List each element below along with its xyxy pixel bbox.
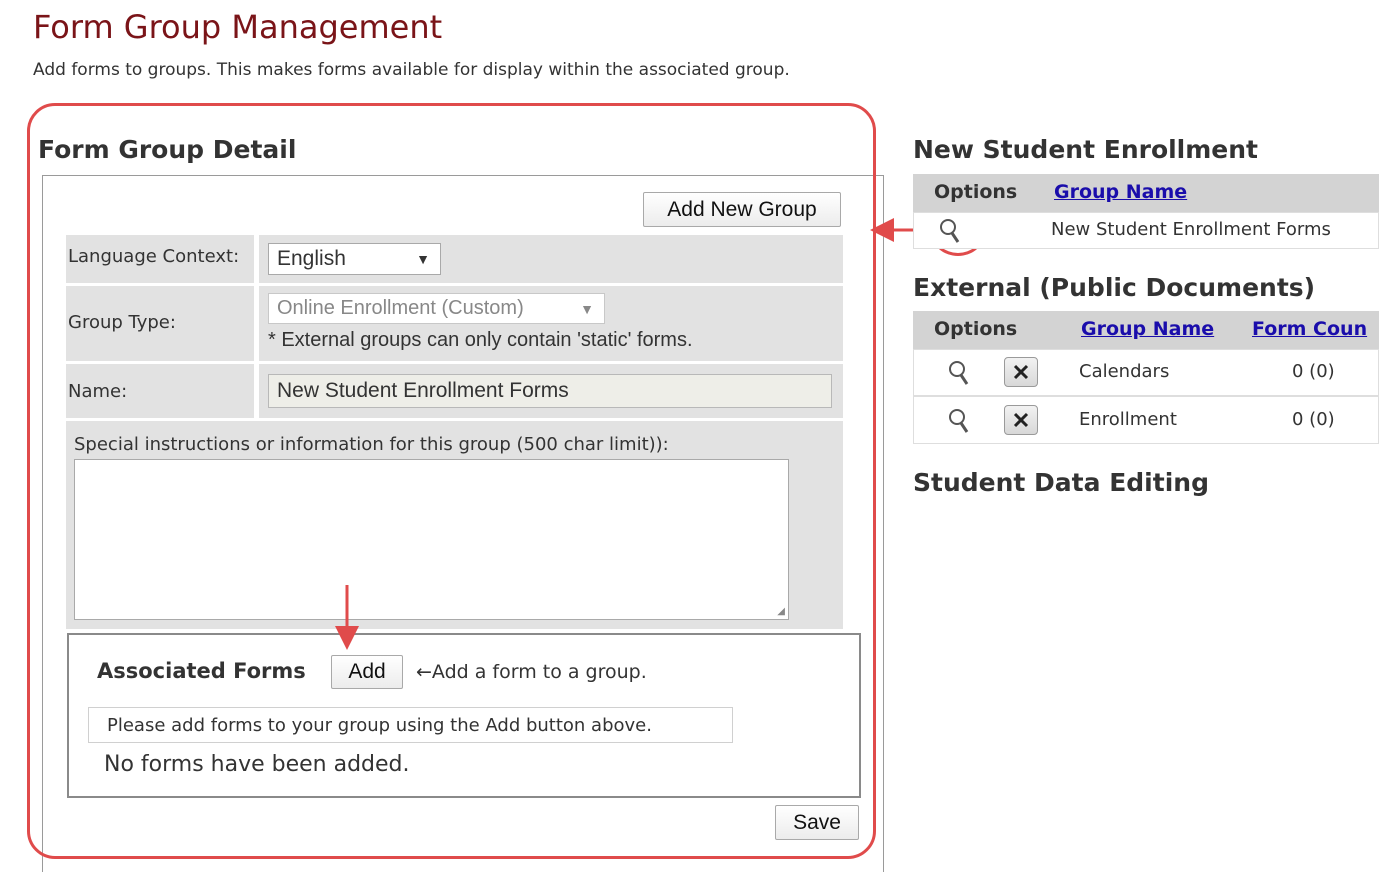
no-forms-message: No forms have been added. bbox=[104, 752, 410, 777]
form-group-detail-title: Form Group Detail bbox=[38, 135, 297, 164]
new-student-col-options: Options bbox=[934, 181, 1018, 203]
group-name-cell: Calendars bbox=[1079, 361, 1170, 382]
language-context-value: English bbox=[277, 247, 346, 270]
new-student-enrollment-title: New Student Enrollment bbox=[913, 135, 1259, 164]
form-group-detail-panel: Add New Group Language Context: English … bbox=[42, 175, 884, 872]
language-context-select[interactable]: English ▼ bbox=[268, 243, 441, 275]
magnify-icon[interactable] bbox=[947, 407, 973, 440]
resize-grip-icon[interactable]: ◢ bbox=[777, 606, 785, 617]
magnify-icon[interactable] bbox=[938, 217, 964, 250]
language-context-label: Language Context: bbox=[68, 246, 240, 267]
add-forms-notice: Please add forms to your group using the… bbox=[88, 707, 733, 743]
delete-icon[interactable] bbox=[1004, 357, 1038, 387]
magnify-icon[interactable] bbox=[947, 359, 973, 392]
external-title: External (Public Documents) bbox=[913, 273, 1316, 302]
add-new-group-button[interactable]: Add New Group bbox=[643, 192, 841, 227]
add-form-hint: ←Add a form to a group. bbox=[416, 661, 647, 683]
group-type-value: Online Enrollment (Custom) bbox=[277, 297, 524, 319]
form-count-cell: 0 (0) bbox=[1292, 361, 1335, 382]
table-row: Calendars 0 (0) bbox=[913, 349, 1379, 396]
dropdown-arrow-icon: ▼ bbox=[580, 300, 594, 317]
group-type-label: Group Type: bbox=[68, 312, 176, 333]
table-row: New Student Enrollment Forms bbox=[913, 212, 1379, 249]
instructions-textarea[interactable]: ◢ bbox=[74, 459, 789, 620]
table-row: Enrollment 0 (0) bbox=[913, 396, 1379, 444]
form-count-cell: 0 (0) bbox=[1292, 409, 1335, 430]
group-type-note: * External groups can only contain 'stat… bbox=[268, 329, 693, 351]
external-col-form-count[interactable]: Form Coun bbox=[1252, 318, 1367, 340]
name-label: Name: bbox=[68, 381, 128, 402]
add-form-button[interactable]: Add bbox=[331, 655, 403, 689]
group-name-cell: Enrollment bbox=[1079, 409, 1177, 430]
external-col-group-name[interactable]: Group Name bbox=[1081, 318, 1214, 340]
name-input-value: New Student Enrollment Forms bbox=[277, 379, 569, 402]
external-col-options: Options bbox=[934, 318, 1018, 340]
new-student-col-group-name[interactable]: Group Name bbox=[1054, 181, 1187, 203]
name-input[interactable]: New Student Enrollment Forms bbox=[268, 374, 832, 408]
delete-icon[interactable] bbox=[1004, 405, 1038, 435]
save-button[interactable]: Save bbox=[775, 805, 859, 840]
instructions-label: Special instructions or information for … bbox=[74, 434, 669, 455]
associated-forms-panel: Associated Forms Add ←Add a form to a gr… bbox=[67, 633, 861, 798]
page-subtitle: Add forms to groups. This makes forms av… bbox=[33, 60, 790, 80]
group-type-select: Online Enrollment (Custom) ▼ bbox=[268, 293, 605, 324]
page-title: Form Group Management bbox=[33, 8, 443, 46]
student-data-editing-title: Student Data Editing bbox=[913, 468, 1209, 497]
group-name-cell: New Student Enrollment Forms bbox=[1051, 219, 1331, 240]
dropdown-arrow-icon: ▼ bbox=[416, 251, 430, 267]
associated-forms-title: Associated Forms bbox=[97, 659, 306, 683]
